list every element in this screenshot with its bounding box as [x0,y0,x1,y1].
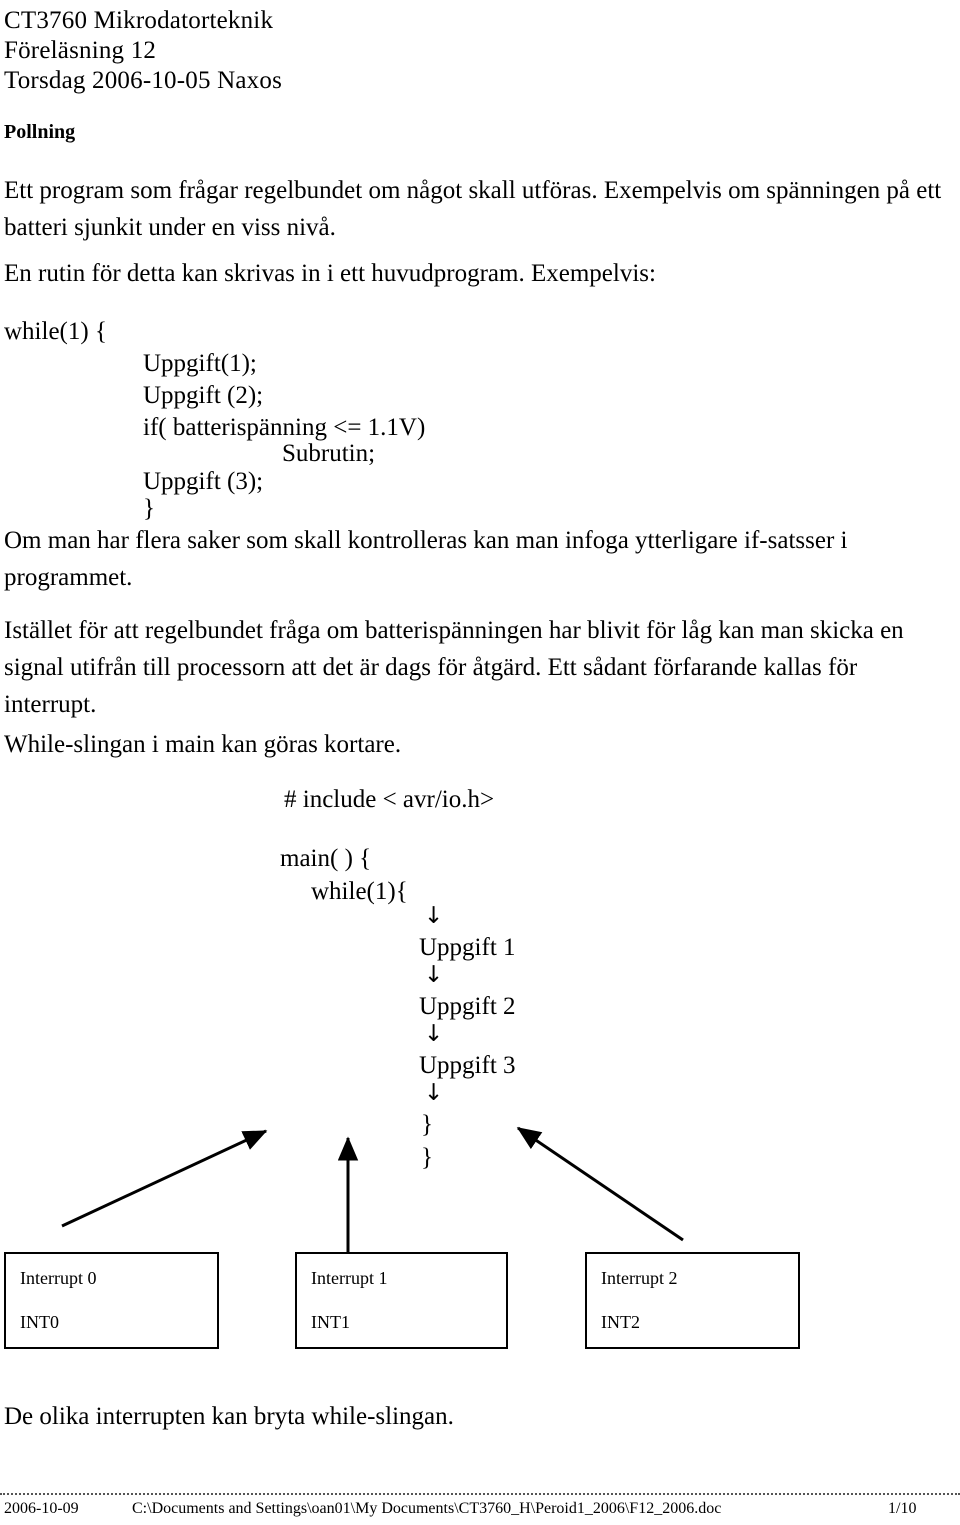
section-heading-pollning: Pollning [4,121,76,143]
arrow-interrupt-2 [516,1126,684,1242]
code-line-while-open-2: while(1){ [311,878,408,905]
paragraph-interrupts-break-loop: De olika interrupten kan bryta while-sli… [4,1403,454,1430]
flow-step-uppgift-2: Uppgift 2 [419,993,516,1020]
footer-date: 2006-10-09 [4,1500,79,1517]
flow-step-uppgift-1: Uppgift 1 [419,934,516,961]
interrupt-box-2-title: Interrupt 2 [601,1268,678,1288]
code-line-subrutin: Subrutin; [282,440,376,467]
code-line-if-condition: if( batterispänning <= 1.1V) [143,414,426,441]
paragraph-routine-intro: En rutin för detta kan skrivas in i ett … [4,260,656,287]
interrupt-box-0-title: Interrupt 0 [20,1268,97,1288]
paragraph-polling-intro: Ett program som frågar regelbundet om nå… [4,177,942,241]
flow-arrow-down-icon: ↓ [424,1080,444,1106]
flow-close-brace-inner: } [421,1111,433,1138]
code-line-uppgift-3: Uppgift (3); [143,468,264,495]
code-line-main-open: main( ) { [280,845,372,872]
paragraph-while-shorter: While-slingan i main kan göras kortare. [4,731,402,758]
paragraph-interrupt-explanation: Istället för att regelbundet fråga om ba… [4,617,904,718]
flow-step-uppgift-3: Uppgift 3 [419,1052,516,1079]
date-and-place: Torsdag 2006-10-05 Naxos [4,67,283,94]
flow-close-brace-outer: } [421,1144,433,1171]
flow-arrow-down-icon: ↓ [424,1021,444,1047]
course-title: CT3760 Mikrodatorteknik [4,7,274,34]
code-line-uppgift-1: Uppgift(1); [143,350,257,377]
paragraph-more-if-statements: Om man har flera saker som skall kontrol… [4,527,848,591]
flow-arrow-down-icon: ↓ [424,962,444,988]
interrupt-box-1: Interrupt 1 INT1 [295,1252,508,1349]
code-line-close-brace: } [143,495,155,522]
interrupt-box-2-signal: INT2 [601,1312,640,1332]
interrupt-box-1-signal: INT1 [311,1312,350,1332]
footer-file-path: C:\Documents and Settings\oan01\My Docum… [132,1500,722,1517]
interrupt-box-1-title: Interrupt 1 [311,1268,388,1288]
interrupt-box-0-signal: INT0 [20,1312,59,1332]
interrupt-box-0: Interrupt 0 INT0 [4,1252,219,1349]
interrupt-box-2: Interrupt 2 INT2 [585,1252,800,1349]
flow-arrow-down-icon: ↓ [424,903,444,929]
code-line-while-open: while(1) { [4,318,107,345]
footer-page-number: 1/10 [888,1500,917,1517]
code-line-uppgift-2: Uppgift (2); [143,382,264,409]
lecture-number: Föreläsning 12 [4,37,157,64]
document-page: CT3760 Mikrodatorteknik Föreläsning 12 T… [0,0,960,1525]
arrow-interrupt-0 [61,1129,268,1228]
footer-divider [0,1493,960,1495]
code-line-include: # include < avr/io.h> [284,786,495,813]
